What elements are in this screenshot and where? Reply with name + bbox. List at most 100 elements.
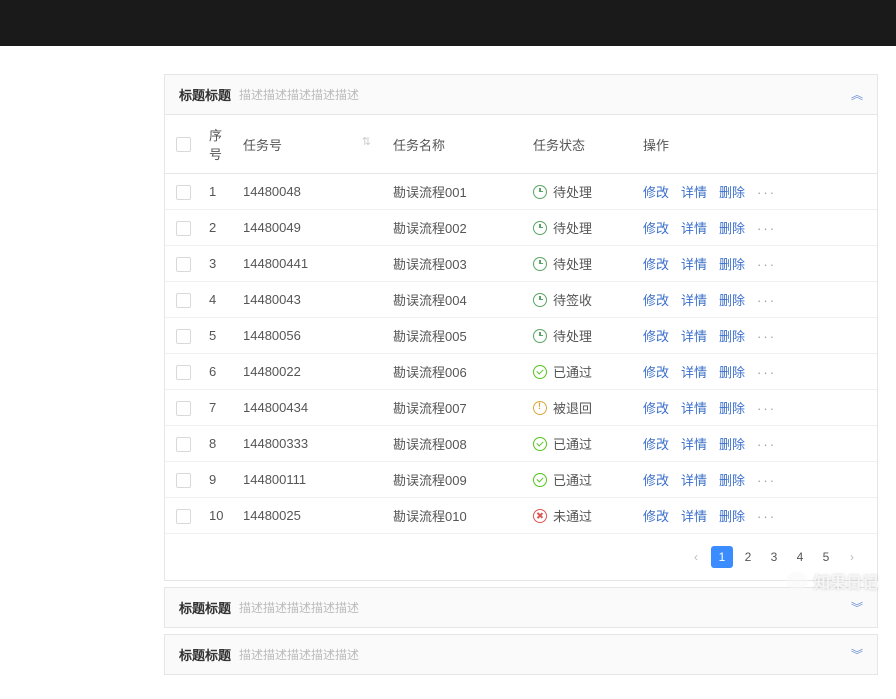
cell-task: 14480043	[235, 282, 385, 318]
page-3[interactable]: 3	[763, 546, 785, 568]
panel-collapsed-1: 标题标题 描述描述描述描述描述 ︾	[164, 587, 878, 628]
status-clock-icon	[533, 257, 547, 271]
detail-link[interactable]: 详情	[681, 257, 707, 272]
edit-link[interactable]: 修改	[643, 473, 669, 488]
left-sidebar	[0, 46, 146, 621]
more-icon[interactable]: ···	[757, 509, 776, 524]
more-icon[interactable]: ···	[757, 437, 776, 452]
delete-link[interactable]: 删除	[719, 437, 745, 452]
expand-icon[interactable]: ︾	[851, 599, 863, 616]
checkbox[interactable]	[176, 365, 191, 380]
edit-link[interactable]: 修改	[643, 509, 669, 524]
table-row: 414480043勘误流程004待签收修改详情删除···	[165, 282, 877, 318]
delete-link[interactable]: 删除	[719, 257, 745, 272]
panel-header[interactable]: 标题标题 描述描述描述描述描述 ︾	[165, 588, 877, 627]
detail-link[interactable]: 详情	[681, 509, 707, 524]
task-table: 序号 任务号 ⇅ 任务名称 任务状态 操作 114480048勘误流程001待处…	[165, 115, 877, 534]
watermark: 知果日记	[786, 569, 878, 593]
status-text: 被退回	[553, 398, 592, 417]
status-clock-icon	[533, 329, 547, 343]
cell-name: 勘误流程009	[385, 462, 525, 498]
table-row: 214480049勘误流程002待处理修改详情删除···	[165, 210, 877, 246]
watermark-text: 知果日记	[814, 569, 878, 593]
detail-link[interactable]: 详情	[681, 329, 707, 344]
col-task[interactable]: 任务号 ⇅	[235, 115, 385, 174]
cell-seq: 2	[201, 210, 235, 246]
delete-link[interactable]: 删除	[719, 473, 745, 488]
checkbox[interactable]	[176, 401, 191, 416]
detail-link[interactable]: 详情	[681, 473, 707, 488]
checkbox[interactable]	[176, 293, 191, 308]
cell-task: 144800441	[235, 246, 385, 282]
delete-link[interactable]: 删除	[719, 293, 745, 308]
status-check-icon	[533, 473, 547, 487]
cell-ops: 修改详情删除 ···	[635, 246, 877, 282]
cell-name: 勘误流程007	[385, 390, 525, 426]
cell-seq: 6	[201, 354, 235, 390]
cell-name: 勘误流程008	[385, 426, 525, 462]
detail-link[interactable]: 详情	[681, 401, 707, 416]
more-icon[interactable]: ···	[757, 185, 776, 200]
col-status[interactable]: 任务状态	[525, 115, 635, 174]
table-row: 1014480025勘误流程010未通过修改详情删除···	[165, 498, 877, 534]
checkbox-all[interactable]	[176, 137, 191, 152]
edit-link[interactable]: 修改	[643, 257, 669, 272]
detail-link[interactable]: 详情	[681, 185, 707, 200]
checkbox[interactable]	[176, 473, 191, 488]
page-5[interactable]: 5	[815, 546, 837, 568]
more-icon[interactable]: ···	[757, 329, 776, 344]
cell-task: 144800434	[235, 390, 385, 426]
page-2[interactable]: 2	[737, 546, 759, 568]
edit-link[interactable]: 修改	[643, 221, 669, 236]
more-icon[interactable]: ···	[757, 257, 776, 272]
detail-link[interactable]: 详情	[681, 437, 707, 452]
cell-ops: 修改详情删除 ···	[635, 210, 877, 246]
edit-link[interactable]: 修改	[643, 437, 669, 452]
delete-link[interactable]: 删除	[719, 401, 745, 416]
page-4[interactable]: 4	[789, 546, 811, 568]
status-text: 待处理	[553, 254, 592, 273]
checkbox[interactable]	[176, 185, 191, 200]
top-bar	[0, 0, 896, 46]
cell-task: 14480049	[235, 210, 385, 246]
more-icon[interactable]: ···	[757, 293, 776, 308]
delete-link[interactable]: 删除	[719, 509, 745, 524]
detail-link[interactable]: 详情	[681, 365, 707, 380]
edit-link[interactable]: 修改	[643, 401, 669, 416]
edit-link[interactable]: 修改	[643, 185, 669, 200]
checkbox[interactable]	[176, 329, 191, 344]
panel-header[interactable]: 标题标题 描述描述描述描述描述 ︾	[165, 635, 877, 674]
status-text: 待处理	[553, 326, 592, 345]
more-icon[interactable]: ···	[757, 365, 776, 380]
cell-ops: 修改详情删除 ···	[635, 174, 877, 210]
checkbox[interactable]	[176, 437, 191, 452]
panel-expanded: 标题标题 描述描述描述描述描述 ︽ 序号 任务号 ⇅ 任务名称 任务状态 操作 …	[164, 74, 878, 581]
expand-icon[interactable]: ︾	[851, 646, 863, 663]
detail-link[interactable]: 详情	[681, 221, 707, 236]
page-1[interactable]: 1	[711, 546, 733, 568]
more-icon[interactable]: ···	[757, 221, 776, 236]
edit-link[interactable]: 修改	[643, 329, 669, 344]
checkbox[interactable]	[176, 257, 191, 272]
panel-desc: 描述描述描述描述描述	[239, 599, 359, 616]
detail-link[interactable]: 详情	[681, 293, 707, 308]
delete-link[interactable]: 删除	[719, 365, 745, 380]
checkbox[interactable]	[176, 509, 191, 524]
edit-link[interactable]: 修改	[643, 365, 669, 380]
delete-link[interactable]: 删除	[719, 221, 745, 236]
table-row: 114480048勘误流程001待处理修改详情删除···	[165, 174, 877, 210]
panel-header[interactable]: 标题标题 描述描述描述描述描述 ︽	[165, 75, 877, 115]
delete-link[interactable]: 删除	[719, 329, 745, 344]
edit-link[interactable]: 修改	[643, 293, 669, 308]
page-prev[interactable]: ‹	[685, 546, 707, 568]
more-icon[interactable]: ···	[757, 473, 776, 488]
col-name[interactable]: 任务名称	[385, 115, 525, 174]
col-ops: 操作	[635, 115, 877, 174]
col-seq[interactable]: 序号	[201, 115, 235, 174]
sort-icon[interactable]: ⇅	[362, 135, 371, 148]
page-next[interactable]: ›	[841, 546, 863, 568]
checkbox[interactable]	[176, 221, 191, 236]
delete-link[interactable]: 删除	[719, 185, 745, 200]
collapse-icon[interactable]: ︽	[851, 86, 863, 103]
more-icon[interactable]: ···	[757, 401, 776, 416]
